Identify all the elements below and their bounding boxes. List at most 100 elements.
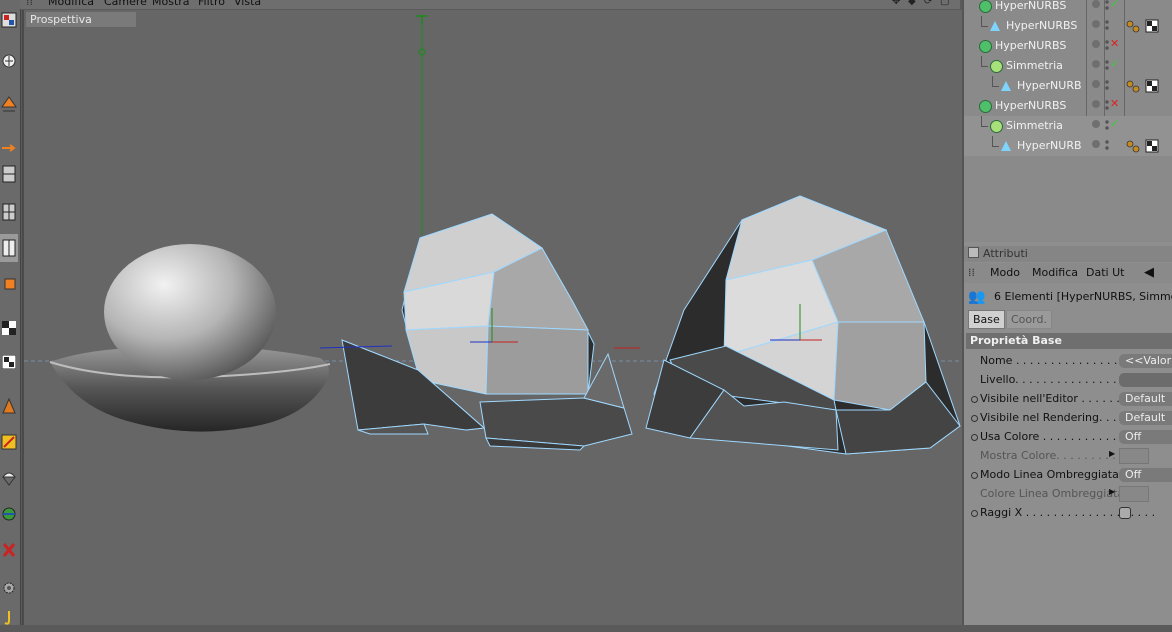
color-swatch[interactable]: [1119, 486, 1149, 502]
enabled-check-icon[interactable]: ✓: [1110, 117, 1119, 130]
visibility-dots-icon[interactable]: [1092, 100, 1100, 108]
render-dots-icon[interactable]: [1105, 19, 1109, 31]
menu-item-userdata[interactable]: Dati Ut: [1086, 263, 1124, 283]
enabled-check-icon[interactable]: ✓: [1110, 0, 1119, 10]
menu-item-mode[interactable]: Modo: [990, 263, 1020, 283]
object-name[interactable]: HyperNURBS: [1006, 19, 1077, 32]
animation-bullet-icon[interactable]: [971, 472, 978, 479]
render-dots-icon[interactable]: [1105, 59, 1109, 71]
visibility-dots-icon[interactable]: [1092, 60, 1100, 68]
parachute-icon[interactable]: [0, 464, 18, 492]
view-quad-icon[interactable]: [0, 234, 18, 262]
expand-arrow-icon[interactable]: ▶: [1109, 449, 1115, 458]
rotate-view-icon[interactable]: ⟳: [924, 0, 932, 7]
object-row[interactable]: HyperNURBS ✕: [964, 96, 1172, 116]
object-tags[interactable]: [1126, 79, 1160, 96]
object-row[interactable]: HyperNURBS ✕: [964, 36, 1172, 56]
color-swatch[interactable]: [1119, 448, 1149, 464]
move-view-icon[interactable]: ✥: [892, 0, 900, 7]
menu-item-vista[interactable]: Vista: [234, 0, 261, 8]
xray-checkbox[interactable]: [1119, 507, 1131, 519]
render-dots-icon[interactable]: [1105, 119, 1109, 131]
scene-canvas[interactable]: [24, 10, 962, 625]
menu-item-edit[interactable]: Modifica: [1032, 263, 1078, 283]
menu-item-filtro[interactable]: Filtro: [198, 0, 225, 8]
render-dots-icon[interactable]: [1105, 0, 1109, 11]
visibility-dots-icon[interactable]: [1092, 140, 1100, 148]
visibility-dots-icon[interactable]: [1092, 80, 1100, 88]
enabled-check-icon[interactable]: ✓: [1110, 57, 1119, 70]
animation-bullet-icon[interactable]: [971, 510, 978, 517]
property-value-field[interactable]: Off: [1119, 430, 1172, 444]
disabled-cross-icon[interactable]: ✕: [1110, 37, 1119, 50]
object-row[interactable]: HyperNURB: [964, 76, 1172, 96]
attributes-menubar: ⁞⁞ Modo Modifica Dati Ut ◀: [964, 263, 1172, 283]
delete-icon[interactable]: [0, 536, 18, 564]
cone-icon[interactable]: [0, 392, 18, 420]
animation-bullet-icon[interactable]: [971, 415, 978, 422]
disabled-cross-icon[interactable]: ✕: [1110, 97, 1119, 110]
arrow-icon[interactable]: [0, 134, 18, 162]
hook-icon[interactable]: [0, 604, 18, 632]
object-name[interactable]: HyperNURBS: [995, 39, 1066, 52]
animation-bullet-icon[interactable]: [971, 434, 978, 441]
maximize-view-icon[interactable]: ▢: [940, 0, 949, 7]
object-manager-empty-area[interactable]: [964, 156, 1172, 242]
visibility-dots-icon[interactable]: [1092, 20, 1100, 28]
object-name[interactable]: HyperNURB: [1017, 79, 1082, 92]
layer-field[interactable]: [1119, 373, 1172, 387]
symmetry-object-icon: [990, 60, 1003, 73]
object-name[interactable]: HyperNURBS: [995, 99, 1066, 112]
render-dots-icon[interactable]: [1105, 39, 1109, 51]
render-dots-icon[interactable]: [1105, 79, 1109, 91]
render-icon[interactable]: [0, 46, 18, 74]
tab-coord[interactable]: Coord.: [1006, 310, 1052, 329]
property-value-field[interactable]: Default: [1119, 392, 1172, 406]
menu-item-mostra[interactable]: Mostra: [152, 0, 190, 8]
view-split-icon[interactable]: [0, 198, 18, 226]
panel-toggle-icon[interactable]: [968, 247, 979, 258]
property-value-field[interactable]: Default: [1119, 411, 1172, 425]
tab-base[interactable]: Base: [968, 310, 1005, 329]
object-row[interactable]: HyperNURBS ✓: [964, 0, 1172, 16]
globe-icon[interactable]: [0, 500, 18, 528]
object-tags[interactable]: [1126, 19, 1160, 36]
object-row[interactable]: HyperNURB: [964, 136, 1172, 156]
object-icon[interactable]: [0, 270, 18, 298]
visibility-dots-icon[interactable]: [1092, 40, 1100, 48]
render-dots-icon[interactable]: [1105, 139, 1109, 151]
object-name[interactable]: Simmetria: [1006, 59, 1063, 72]
render-dots-icon[interactable]: [1105, 99, 1109, 111]
back-arrow-icon[interactable]: ◀: [1144, 263, 1154, 283]
property-value-field[interactable]: <<Valori Multipli>>: [1119, 354, 1172, 368]
view-single-icon[interactable]: [0, 160, 18, 188]
property-value-field[interactable]: Off: [1119, 468, 1172, 482]
object-row[interactable]: HyperNURBS: [964, 16, 1172, 36]
property-row: Mostra Colore. . . . . . . . . . . . . ▶: [964, 447, 1172, 466]
perspective-viewport[interactable]: Prospettiva: [22, 10, 962, 625]
visibility-dots-icon[interactable]: [1092, 120, 1100, 128]
lowpoly-hat-middle[interactable]: [341, 213, 633, 451]
object-name[interactable]: HyperNURBS: [995, 0, 1066, 12]
visibility-dots-icon[interactable]: [1092, 0, 1100, 8]
object-row[interactable]: Simmetria ✓: [964, 56, 1172, 76]
paint-icon[interactable]: [0, 428, 18, 456]
object-name[interactable]: Simmetria: [1006, 119, 1063, 132]
tree-connector: [992, 136, 999, 147]
object-tags[interactable]: [1126, 139, 1160, 156]
lowpoly-hat-right[interactable]: [645, 195, 961, 455]
zoom-view-icon[interactable]: ◆: [908, 0, 916, 7]
move-icon[interactable]: [0, 90, 18, 118]
attributes-title: Attributi: [983, 247, 1028, 260]
menu-item-modifica[interactable]: Modifica: [48, 0, 94, 8]
checker-icon[interactable]: [0, 314, 18, 342]
checker-small-icon[interactable]: [0, 348, 18, 376]
gear-icon[interactable]: [0, 574, 18, 602]
expand-arrow-icon[interactable]: ▶: [1109, 487, 1115, 496]
object-row[interactable]: Simmetria ✓: [964, 116, 1172, 136]
animation-bullet-icon[interactable]: [971, 396, 978, 403]
render-region-icon[interactable]: [0, 6, 18, 34]
object-name[interactable]: HyperNURB: [1017, 139, 1082, 152]
bowler-hat-smooth[interactable]: [49, 244, 331, 432]
menu-item-camere[interactable]: Camere: [104, 0, 147, 8]
